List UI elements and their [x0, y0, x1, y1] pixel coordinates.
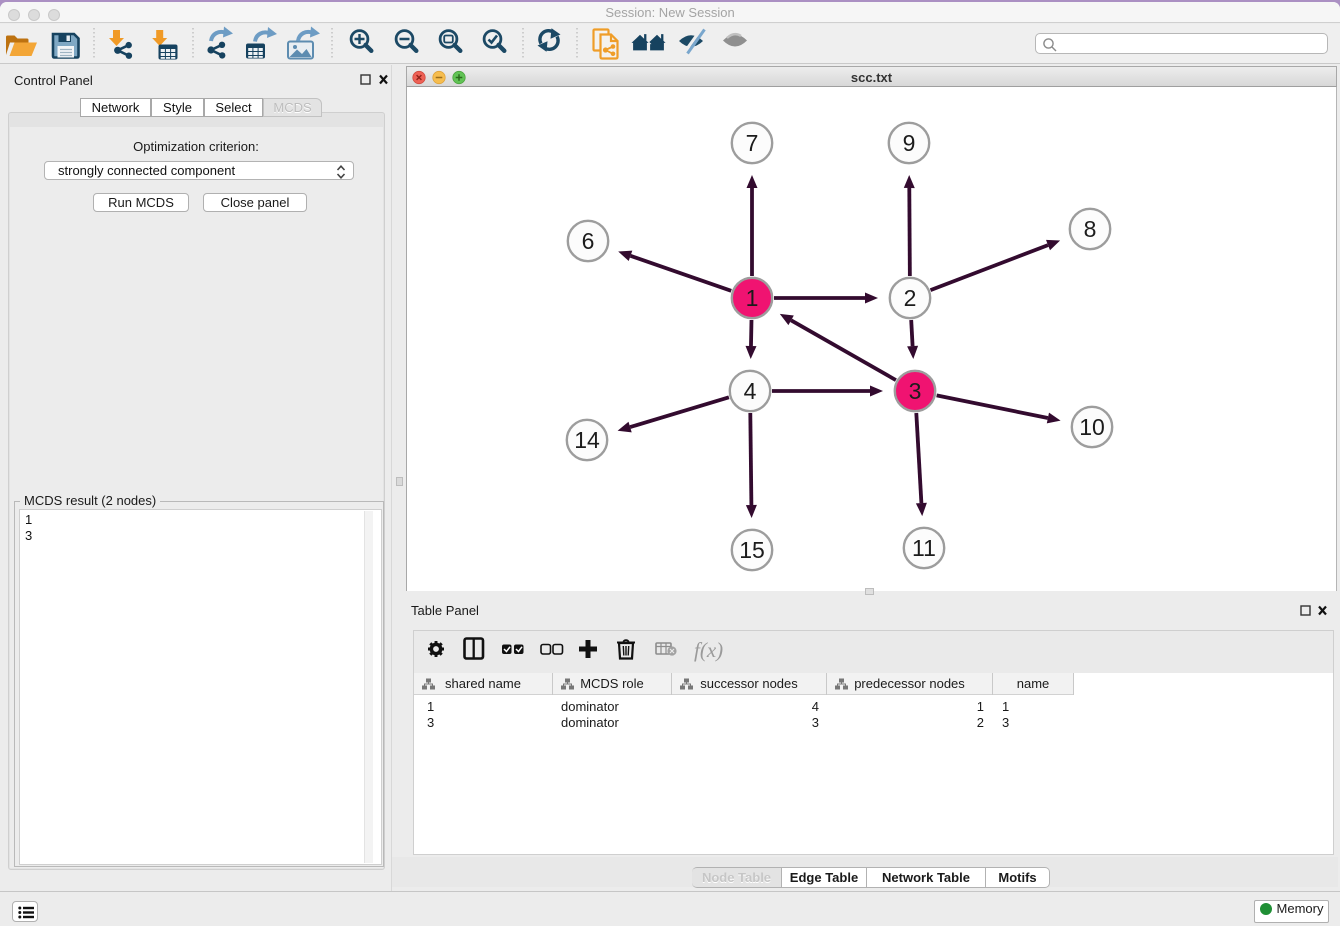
svg-text:8: 8: [1084, 216, 1097, 242]
svg-text:1: 1: [746, 285, 759, 311]
svg-text:15: 15: [739, 537, 765, 563]
svg-text:11: 11: [912, 535, 936, 561]
svg-text:f(x): f(x): [694, 638, 723, 662]
svg-text:9: 9: [903, 130, 916, 156]
svg-text:4: 4: [744, 378, 757, 404]
svg-text:2: 2: [904, 285, 917, 311]
svg-text:6: 6: [582, 228, 595, 254]
svg-text:3: 3: [909, 378, 922, 404]
svg-text:10: 10: [1079, 414, 1105, 440]
svg-text:7: 7: [746, 130, 759, 156]
svg-text:14: 14: [574, 427, 600, 453]
